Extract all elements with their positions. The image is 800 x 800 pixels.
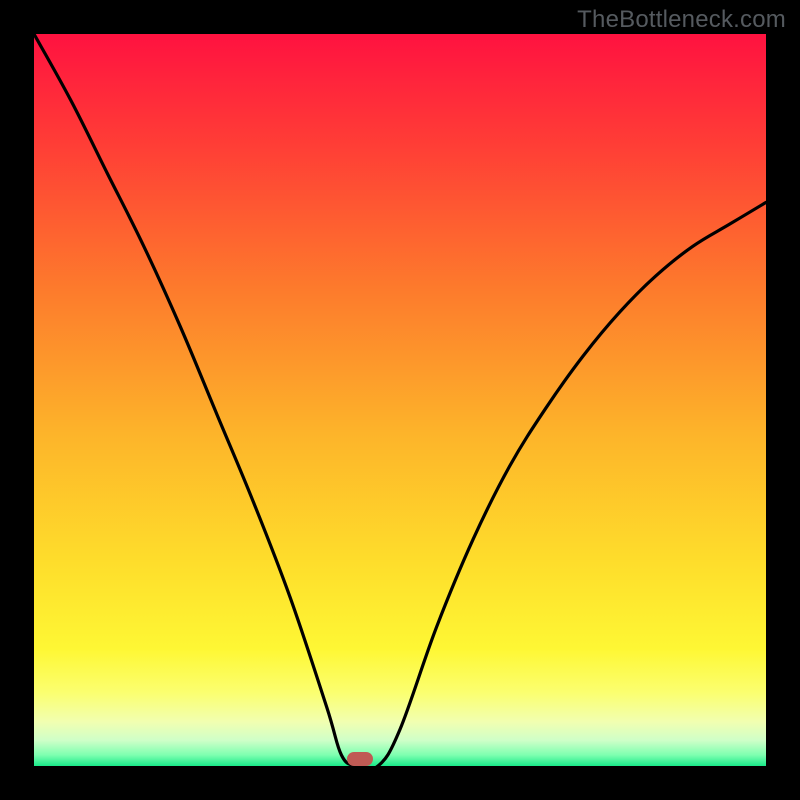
chart-frame: TheBottleneck.com: [0, 0, 800, 800]
minimum-marker: [347, 752, 373, 766]
plot-area: [34, 34, 766, 766]
bottleneck-curve: [34, 34, 766, 766]
watermark-text: TheBottleneck.com: [577, 6, 786, 34]
